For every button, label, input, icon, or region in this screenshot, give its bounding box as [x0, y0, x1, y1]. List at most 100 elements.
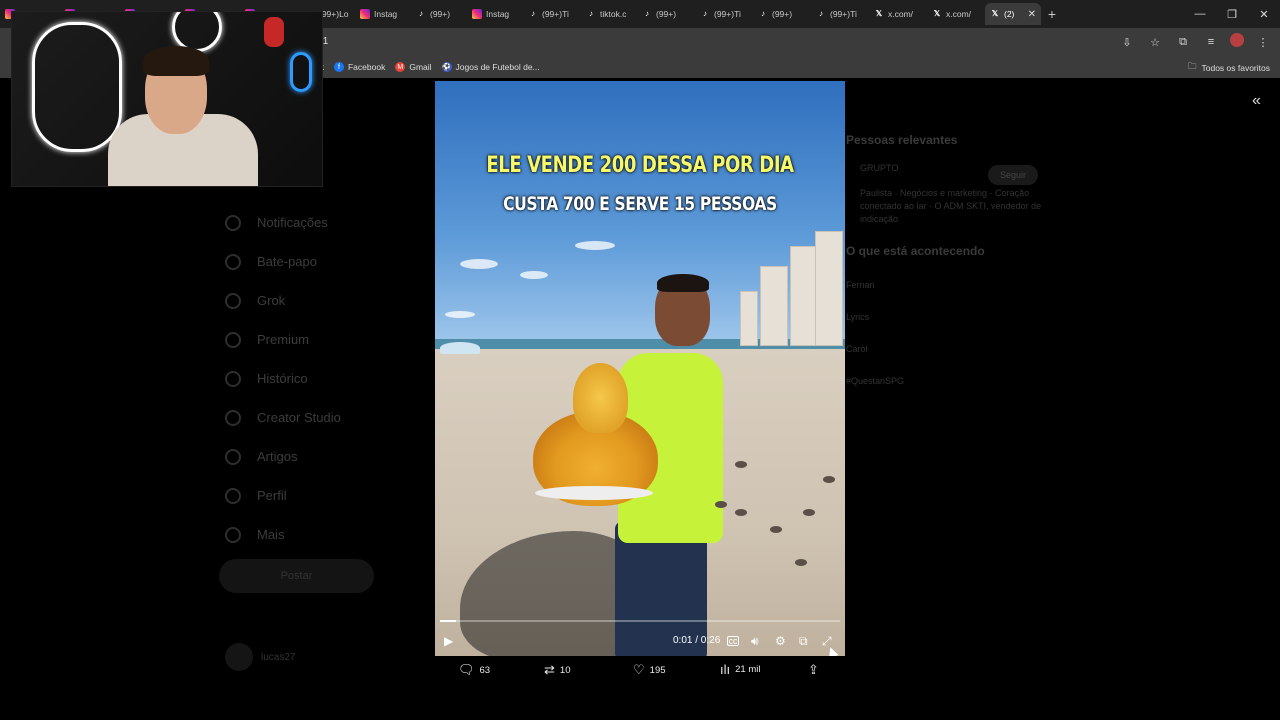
reply-button[interactable]: 🗨︎ 63: [458, 662, 490, 678]
webcam-overlay: [11, 11, 323, 187]
browser-tab[interactable]: Instag: [467, 3, 523, 25]
close-tab-icon[interactable]: ✕: [1028, 9, 1036, 20]
tiktok-icon: ♪: [819, 9, 823, 18]
address-bar-actions: ⇩ ☆ ⧉ ≡ ⋮: [1118, 33, 1272, 51]
tab-label: (99+)Ti: [830, 9, 857, 19]
browser-tab[interactable]: ♪ tiktok.c: [581, 3, 637, 25]
instagram-icon: [472, 9, 482, 19]
browser-tab[interactable]: 𝕏x.com/: [869, 3, 927, 25]
video-progress-bar[interactable]: [440, 620, 840, 622]
share-button[interactable]: ⇪: [808, 662, 819, 678]
window-controls: — ❐ ✕: [1184, 0, 1280, 28]
trend-item[interactable]: #QuestanSPG: [846, 376, 1056, 386]
sidebar-icon: [225, 253, 241, 270]
sidebar-item[interactable]: Bate-papo: [225, 242, 341, 281]
browser-tab[interactable]: ♪ (99+): [753, 3, 811, 25]
sidebar-item-label: Histórico: [257, 371, 308, 386]
tab-label: (99+): [656, 9, 677, 19]
menu-kebab-icon[interactable]: ⋮: [1254, 33, 1272, 51]
sidebar-icon: [225, 487, 241, 504]
video-player[interactable]: ELE VENDE 200 DESSA POR DIA CUSTA 700 E …: [435, 81, 845, 656]
video-pigeon: [803, 509, 815, 516]
reply-count: 63: [479, 664, 491, 676]
settings-gear-icon[interactable]: ⚙: [775, 632, 786, 650]
browser-tab[interactable]: ♪ (99+)Ti: [523, 3, 581, 25]
sidebar-item[interactable]: Artigos: [225, 437, 341, 476]
tiktok-icon: ♪: [589, 9, 593, 18]
sidebar-item[interactable]: Histórico: [225, 359, 341, 398]
minimize-button[interactable]: —: [1184, 0, 1216, 28]
media-control-icon[interactable]: ≡: [1202, 33, 1220, 51]
browser-tab[interactable]: ♪ (99+): [637, 3, 695, 25]
collapse-chevrons-icon[interactable]: «: [1252, 92, 1261, 110]
video-controls: ▶ 0:01 / 0:26 cc 🔊︎ ⚙ ⧉ ⤢: [435, 630, 845, 656]
trend-item[interactable]: Lyrics: [846, 312, 1056, 322]
tab-label: x.com/: [946, 9, 972, 19]
sidebar-icon: [225, 409, 241, 426]
video-building: [815, 231, 843, 346]
trend-item[interactable]: Fernan: [846, 280, 1056, 290]
sidebar-item[interactable]: Notificações: [225, 203, 341, 242]
screen: ♪ (99+)Lo Instag ♪ (99+) Instag ♪ (99+)Ti ♪ tik…: [0, 0, 1280, 720]
trend-item[interactable]: Carol: [846, 344, 1056, 354]
browser-tab-active[interactable]: 𝕏 (2) ✕: [985, 3, 1041, 25]
post-button[interactable]: Postar: [219, 559, 374, 593]
profile-avatar-icon[interactable]: [1230, 33, 1244, 47]
gmail-icon: M: [395, 62, 406, 72]
tiktok-icon: ♪: [703, 9, 707, 18]
tiktok-icon: ♪: [645, 9, 649, 18]
repost-count: 10: [559, 664, 571, 676]
sidebar-item[interactable]: Mais: [225, 515, 341, 554]
video-fries-top: [573, 363, 628, 433]
tiktok-icon: ♪: [419, 9, 423, 18]
new-tab-button[interactable]: +: [1041, 6, 1063, 22]
bookmark-item[interactable]: M Gmail: [395, 62, 432, 72]
tab-label: (99+)Lo: [319, 9, 349, 19]
install-app-icon[interactable]: ⇩: [1118, 33, 1136, 51]
tab-label: x.com/: [888, 9, 914, 19]
play-icon[interactable]: ▶: [444, 632, 453, 650]
sidebar-item[interactable]: Creator Studio: [225, 398, 341, 437]
views-button[interactable]: ılı 21 mil: [720, 662, 760, 677]
facebook-icon: f: [333, 62, 344, 72]
video-pigeon: [735, 509, 747, 516]
bookmark-item[interactable]: f Facebook: [333, 62, 385, 72]
tab-label: (99+): [430, 9, 451, 19]
video-building: [760, 266, 788, 346]
bookmark-star-icon[interactable]: ☆: [1146, 33, 1164, 51]
sidebar-item[interactable]: Premium: [225, 320, 341, 359]
tab-label: (99+)Ti: [714, 9, 741, 19]
browser-tab[interactable]: ♪ (99+)Ti: [811, 3, 869, 25]
video-person-hair: [657, 274, 709, 292]
close-window-button[interactable]: ✕: [1248, 0, 1280, 28]
picture-in-picture-icon[interactable]: ⧉: [799, 632, 808, 650]
sidebar-icon: [225, 448, 241, 465]
all-bookmarks[interactable]: 🗀 Todos os favoritos: [1188, 61, 1270, 75]
share-icon: ⇪: [808, 662, 819, 677]
volume-icon[interactable]: 🔊︎: [751, 632, 759, 650]
bookmark-item[interactable]: ⚽ Jogos de Futebol de...: [441, 62, 540, 72]
browser-tab[interactable]: Instag: [355, 3, 411, 25]
sidebar-item-label: Mais: [257, 527, 285, 542]
reply-icon: 🗨︎: [458, 662, 475, 677]
follow-button[interactable]: Seguir: [988, 165, 1038, 185]
repost-button[interactable]: ⇄ 10: [544, 662, 570, 678]
sidebar-icon: [225, 292, 241, 309]
neon-light: [32, 22, 122, 152]
trends-heading: O que está acontecendo: [846, 244, 985, 258]
extensions-icon[interactable]: ⧉: [1174, 33, 1192, 51]
sidebar-item[interactable]: Grok: [225, 281, 341, 320]
captions-icon[interactable]: cc: [727, 636, 739, 646]
sidebar-icon: [225, 526, 241, 543]
browser-tab[interactable]: ♪ (99+): [411, 3, 467, 25]
sidebar-item[interactable]: Perfil: [225, 476, 341, 515]
restore-button[interactable]: ❐: [1216, 0, 1248, 28]
sidebar-item-label: Premium: [257, 332, 310, 347]
browser-tab[interactable]: ♪ (99+)Ti: [695, 3, 753, 25]
like-button[interactable]: ♡ 195: [633, 662, 666, 678]
all-bookmarks-label: Todos os favoritos: [1201, 63, 1270, 73]
bookmark-label: Gmail: [409, 62, 432, 72]
game-icon: ⚽: [441, 62, 452, 72]
browser-tab[interactable]: 𝕏x.com/: [927, 3, 985, 25]
sidebar-item-label: Notificações: [257, 215, 328, 230]
